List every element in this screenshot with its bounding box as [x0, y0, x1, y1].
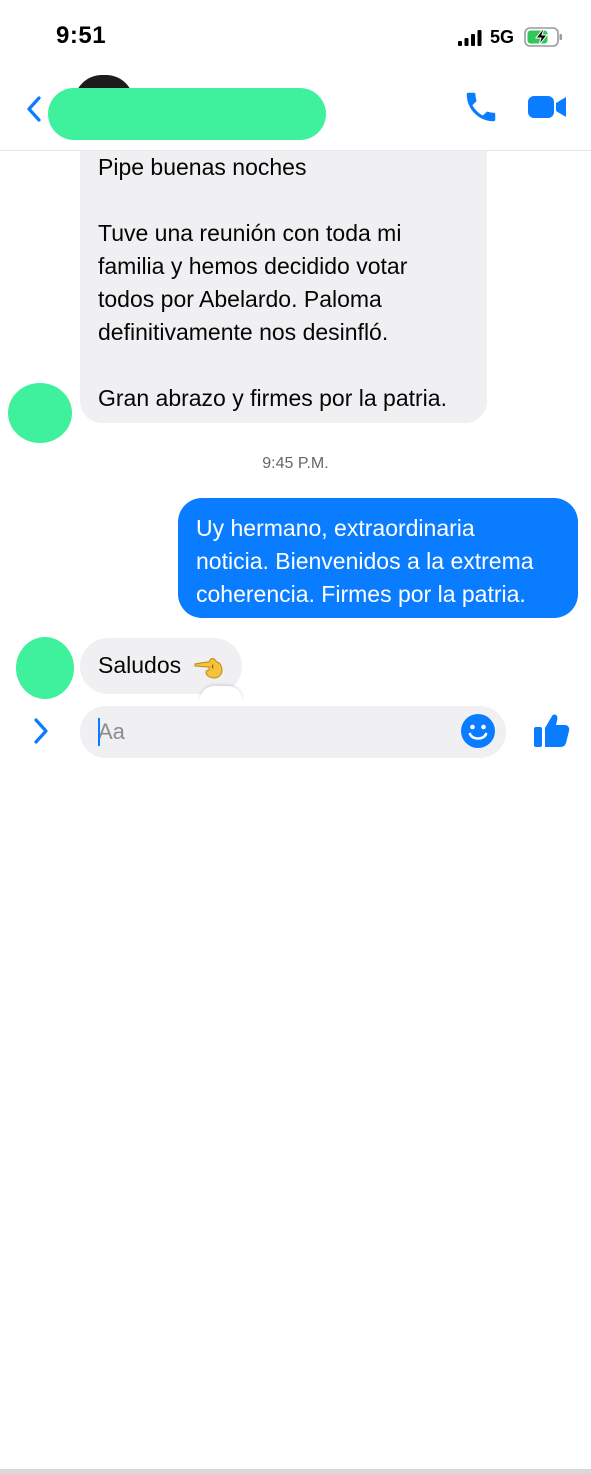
contact-name-redacted[interactable]	[48, 88, 326, 140]
message-timestamp: 9:45 P.M.	[262, 455, 329, 472]
message-line: Gran abrazo y firmes por la patria.	[98, 385, 447, 411]
home-indicator-area	[0, 1469, 591, 1474]
composer-bar	[0, 700, 591, 1474]
back-chevron-icon[interactable]	[18, 92, 52, 126]
message-line: Pipe buenas noches	[98, 154, 307, 180]
message-input[interactable]	[80, 706, 506, 758]
message-line: Tuve una reunión con toda mi	[98, 220, 402, 246]
video-icon[interactable]	[526, 88, 568, 126]
message-line: todos por Abelardo. Paloma	[98, 286, 382, 312]
signal-icon	[458, 30, 482, 46]
network-type: 5G	[490, 27, 515, 47]
battery-charging-icon	[524, 27, 562, 47]
message-line: familia y hemos decidido votar	[98, 253, 408, 279]
message-text: Saludos	[98, 652, 182, 678]
emoji-icon[interactable]	[460, 713, 496, 749]
message-line: noticia. Bienvenidos a la extrema	[196, 548, 534, 574]
message-line: Uy hermano, extraordinaria	[196, 515, 475, 541]
pointing-hand-icon	[194, 657, 223, 679]
incoming-message-bubble[interactable]: Pipe buenas noches Tuve una reunión con …	[80, 151, 487, 423]
message-line: definitivamente nos desinfló.	[98, 319, 389, 345]
text-caret	[98, 718, 100, 746]
expand-chevron-icon[interactable]	[26, 714, 56, 748]
sender-avatar-redacted[interactable]	[8, 383, 72, 443]
thumbs-up-icon[interactable]	[532, 710, 572, 750]
outgoing-message-bubble[interactable]: Uy hermano, extraordinaria noticia. Bien…	[178, 498, 578, 618]
sender-avatar-redacted[interactable]	[16, 637, 74, 699]
status-time: 9:51	[56, 22, 107, 49]
conversation-header	[0, 70, 591, 151]
message-list[interactable]: Pipe buenas noches Tuve una reunión con …	[0, 151, 591, 701]
phone-icon[interactable]	[462, 88, 500, 126]
status-bar: 9:51 5G	[0, 0, 591, 70]
reaction-badge[interactable]	[200, 686, 242, 700]
message-line: coherencia. Firmes por la patria.	[196, 581, 526, 607]
